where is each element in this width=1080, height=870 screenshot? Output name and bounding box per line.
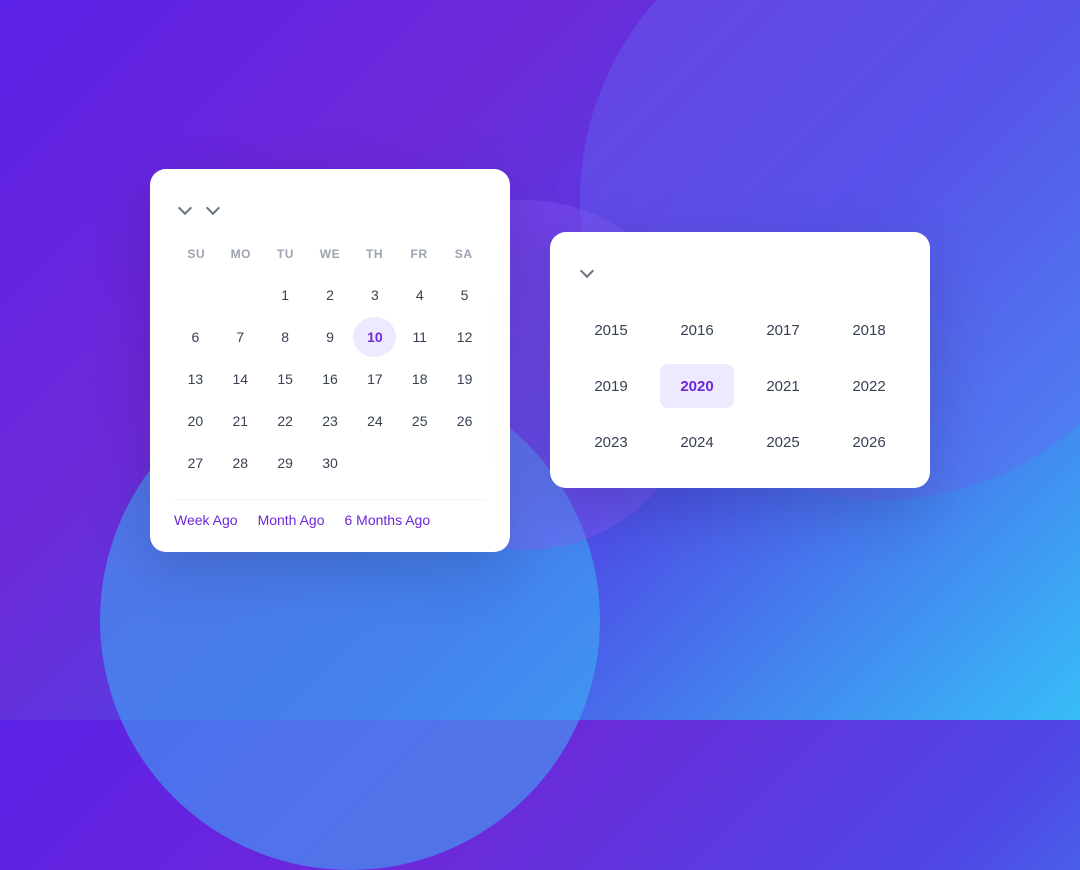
year-picker-header: [574, 256, 906, 284]
day-16[interactable]: 16: [309, 359, 352, 399]
calendar-grid: 1234567891011121314151617181920212223242…: [174, 275, 486, 483]
year-item-2025[interactable]: 2025: [746, 420, 820, 464]
day-11[interactable]: 11: [398, 317, 441, 357]
calendar-header: [174, 193, 486, 221]
day-25[interactable]: 25: [398, 401, 441, 441]
content-area: SUMOTUWETHFRSA 1234567891011121314151617…: [0, 0, 1080, 720]
day-7[interactable]: 7: [219, 317, 262, 357]
day-3[interactable]: 3: [353, 275, 396, 315]
year-item-2018[interactable]: 2018: [832, 308, 906, 352]
day-10[interactable]: 10: [353, 317, 396, 357]
day-29[interactable]: 29: [264, 443, 307, 483]
day-21[interactable]: 21: [219, 401, 262, 441]
range-chevron-icon: [580, 262, 596, 278]
day-19[interactable]: 19: [443, 359, 486, 399]
quick-link-week-ago[interactable]: Week Ago: [174, 512, 238, 528]
day-14[interactable]: 14: [219, 359, 262, 399]
year-item-2022[interactable]: 2022: [832, 364, 906, 408]
year-chevron-icon: [206, 199, 222, 215]
year-item-2017[interactable]: 2017: [746, 308, 820, 352]
day-header-su: SU: [174, 241, 219, 267]
day-header-fr: FR: [397, 241, 442, 267]
year-item-2016[interactable]: 2016: [660, 308, 734, 352]
day-12[interactable]: 12: [443, 317, 486, 357]
quick-links: Week Ago Month Ago 6 Months Ago: [174, 499, 486, 528]
day-22[interactable]: 22: [264, 401, 307, 441]
day-empty: [219, 275, 262, 315]
years-grid: 2015 2016 2017 2018 2019 2020 2021 2022 2023 2024…: [574, 308, 906, 464]
day-13[interactable]: 13: [174, 359, 217, 399]
day-2[interactable]: 2: [309, 275, 352, 315]
day-20[interactable]: 20: [174, 401, 217, 441]
day-headers: SUMOTUWETHFRSA: [174, 241, 486, 267]
year-item-2019[interactable]: 2019: [574, 364, 648, 408]
day-6[interactable]: 6: [174, 317, 217, 357]
day-30[interactable]: 30: [309, 443, 352, 483]
quick-link-six-months-ago[interactable]: 6 Months Ago: [345, 512, 431, 528]
nav-arrows: [842, 256, 906, 284]
year-item-2021[interactable]: 2021: [746, 364, 820, 408]
close-button[interactable]: [458, 193, 486, 221]
day-18[interactable]: 18: [398, 359, 441, 399]
day-empty: [174, 275, 217, 315]
day-header-mo: MO: [219, 241, 264, 267]
calendar-card: SUMOTUWETHFRSA 1234567891011121314151617…: [150, 169, 510, 552]
year-item-2015[interactable]: 2015: [574, 308, 648, 352]
day-24[interactable]: 24: [353, 401, 396, 441]
quick-link-month-ago[interactable]: Month Ago: [258, 512, 325, 528]
year-item-2026[interactable]: 2026: [832, 420, 906, 464]
year-item-2024[interactable]: 2024: [660, 420, 734, 464]
day-15[interactable]: 15: [264, 359, 307, 399]
year-range-selector[interactable]: [574, 262, 596, 278]
day-28[interactable]: 28: [219, 443, 262, 483]
day-header-tu: TU: [263, 241, 308, 267]
day-4[interactable]: 4: [398, 275, 441, 315]
day-header-we: WE: [308, 241, 353, 267]
header-left: [174, 199, 222, 215]
day-header-sa: SA: [441, 241, 486, 267]
prev-arrow-button[interactable]: [842, 256, 870, 284]
day-17[interactable]: 17: [353, 359, 396, 399]
day-1[interactable]: 1: [264, 275, 307, 315]
year-selector[interactable]: [202, 199, 222, 215]
day-8[interactable]: 8: [264, 317, 307, 357]
day-23[interactable]: 23: [309, 401, 352, 441]
month-chevron-icon: [178, 199, 194, 215]
year-picker-card: 2015 2016 2017 2018 2019 2020 2021 2022 2023 2024…: [550, 232, 930, 488]
next-arrow-button[interactable]: [878, 256, 906, 284]
year-item-2023[interactable]: 2023: [574, 420, 648, 464]
day-5[interactable]: 5: [443, 275, 486, 315]
day-header-th: TH: [352, 241, 397, 267]
day-27[interactable]: 27: [174, 443, 217, 483]
day-9[interactable]: 9: [309, 317, 352, 357]
day-26[interactable]: 26: [443, 401, 486, 441]
year-item-2020[interactable]: 2020: [660, 364, 734, 408]
month-selector[interactable]: [174, 199, 194, 215]
